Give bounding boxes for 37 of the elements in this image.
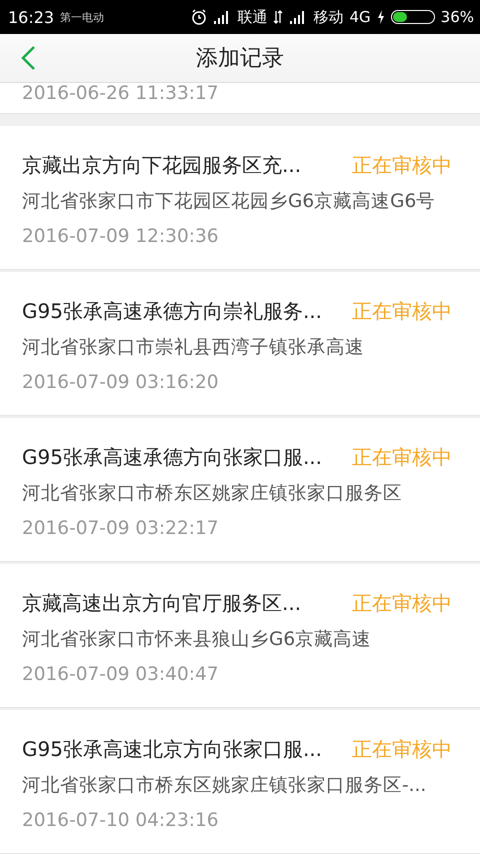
record-time: 2016-07-09 03:40:47	[22, 664, 220, 685]
record-title: G95张承高速承德方向张家口服...	[22, 444, 324, 470]
notification-text: 第一电动	[60, 10, 104, 24]
review-status: 正在审核中	[352, 152, 452, 178]
record-time: 2016-06-26 11:33:17	[22, 83, 220, 104]
charging-icon	[376, 10, 385, 24]
record-address: 河北省张家口市怀来县狼山乡G6京藏高速	[22, 628, 372, 652]
record-address: 河北省张家口市下花园区花园乡G6京藏高速G6号	[22, 190, 436, 214]
page-title: 添加记录	[196, 45, 284, 73]
battery-percent: 36%	[440, 8, 474, 26]
network-type: 4G	[349, 8, 371, 26]
review-status: 正在审核中	[352, 736, 452, 762]
record-title: 京藏高速出京方向官厅服务区...	[22, 590, 302, 616]
record-time: 2016-07-09 03:16:20	[22, 372, 220, 393]
record-address: 河北省张家口市桥东区姚家庄镇张家口服务区-...	[22, 774, 428, 798]
record-card[interactable]: G95张承高速承德方向崇礼服务... 正在审核中 河北省张家口市崇礼县西湾子镇张承高速 2016-07-09 03:16:20	[0, 272, 480, 416]
record-title: 京藏出京方向下花园服务区充...	[22, 152, 302, 178]
record-card[interactable]: 京藏出京方向下花园服务区充... 正在审核中 河北省张家口市下花园区花园乡G6京藏高速G6号 2016-07-09 12:30:36	[0, 126, 480, 270]
record-time: 2016-07-10 04:23:16	[22, 810, 220, 831]
alarm-icon	[191, 9, 208, 25]
review-status: 正在审核中	[352, 444, 452, 470]
carrier-name: 联通	[237, 8, 268, 26]
record-time: 2016-07-09 12:30:36	[22, 226, 220, 247]
record-title: G95张承高速承德方向崇礼服务...	[22, 298, 324, 324]
review-status: 正在审核中	[352, 590, 452, 616]
review-status: 正在审核中	[352, 298, 452, 324]
record-card[interactable]: G95张承高速承德方向张家口服... 正在审核中 河北省张家口市桥东区姚家庄镇张家口服务区 2016-07-09 03:22:17	[0, 418, 480, 562]
battery-icon	[390, 10, 435, 24]
record-time: 2016-07-09 03:22:17	[22, 518, 220, 539]
record-card[interactable]: 京藏高速出京方向官厅服务区... 正在审核中 河北省张家口市怀来县狼山乡G6京藏高速 2016-07-09 03:40:47	[0, 564, 480, 708]
data-arrows-icon	[273, 10, 284, 24]
record-address: 河北省张家口市崇礼县西湾子镇张承高速	[22, 336, 365, 360]
record-card[interactable]: G95张承高速北京方向张家口服... 正在审核中 河北省张家口市桥东区姚家庄镇张家口服务区-... 2016-07-10 04:23:16	[0, 710, 480, 854]
clock: 16:23	[8, 8, 54, 26]
carrier-name: 移动	[313, 8, 344, 26]
record-title: G95张承高速北京方向张家口服...	[22, 736, 324, 762]
record-address: 河北省张家口市桥东区姚家庄镇张家口服务区	[22, 482, 403, 506]
